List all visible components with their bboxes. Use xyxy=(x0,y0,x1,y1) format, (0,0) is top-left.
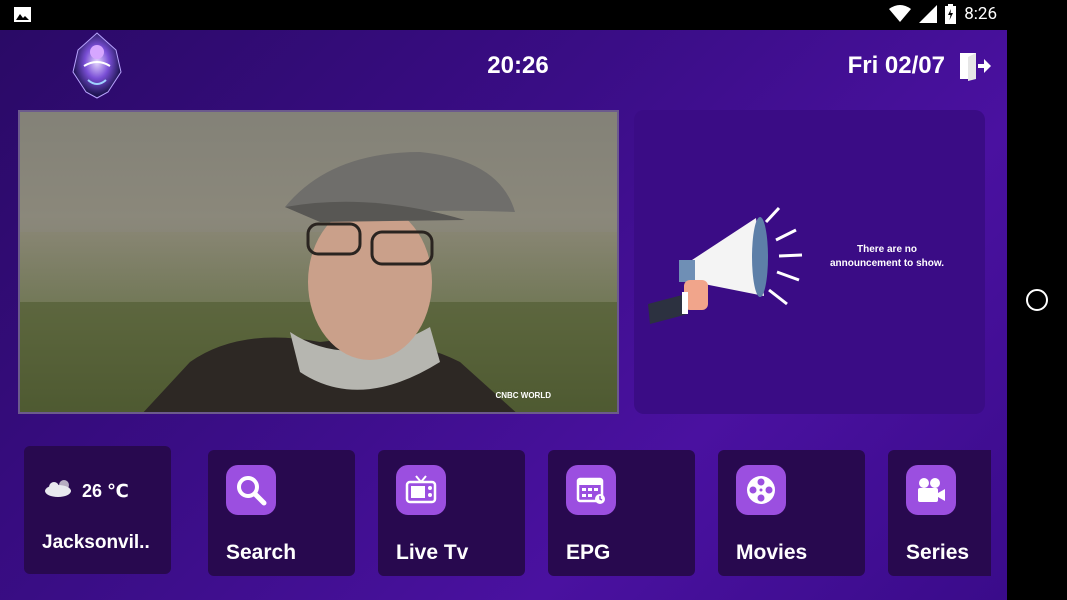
menu-tile-label: Live Tv xyxy=(396,541,469,564)
video-player[interactable]: CNBC WORLD xyxy=(18,110,619,414)
menu-tile-live-tv[interactable]: Live Tv xyxy=(378,450,525,576)
channel-badge: CNBC WORLD xyxy=(495,391,551,400)
menu-tile-label: EPG xyxy=(566,541,611,564)
menu-tile-label: Series xyxy=(906,541,970,564)
weather-temperature: 26 ℃ xyxy=(82,481,129,501)
menu-tile-epg[interactable]: EPG xyxy=(548,450,695,576)
megaphone-icon xyxy=(648,206,803,324)
home-button[interactable] xyxy=(1026,289,1048,311)
video-camera-icon xyxy=(906,465,956,515)
weather-widget: 26 ℃ Jacksonvil.. xyxy=(24,446,171,574)
calendar-icon xyxy=(566,465,616,515)
menu-tile-label: Search xyxy=(226,541,297,564)
status-time: 8:26 xyxy=(964,4,997,24)
menu-tile-label: Movies xyxy=(736,541,808,564)
signal-icon xyxy=(919,5,938,23)
wifi-icon xyxy=(889,5,912,22)
app-logo xyxy=(72,32,122,99)
tv-icon xyxy=(396,465,446,515)
announcement-panel: There are no announcement to show. xyxy=(634,110,985,414)
film-reel-icon xyxy=(736,465,786,515)
header-clock: 20:26 xyxy=(487,52,549,79)
menu-tile-movies[interactable]: Movies xyxy=(718,450,865,576)
status-bar: 8:26 xyxy=(0,0,1007,30)
gallery-icon xyxy=(14,7,31,22)
video-frame xyxy=(20,112,617,412)
menu-tile-search[interactable]: Search xyxy=(208,450,355,576)
cloud-sun-icon xyxy=(45,480,71,497)
announcement-text: There are no announcement to show. xyxy=(829,244,945,269)
app-main: 20:26 Fri 02/07 CNBC WORLD There are no … xyxy=(0,30,1007,600)
menu-tile-series[interactable]: Series xyxy=(888,450,991,576)
navigation-bar xyxy=(1007,0,1067,600)
weather-city: Jacksonvil.. xyxy=(42,532,150,553)
battery-icon xyxy=(945,4,957,24)
header-date: Fri 02/07 xyxy=(847,52,945,79)
search-icon xyxy=(226,465,276,515)
exit-icon[interactable] xyxy=(958,51,992,81)
